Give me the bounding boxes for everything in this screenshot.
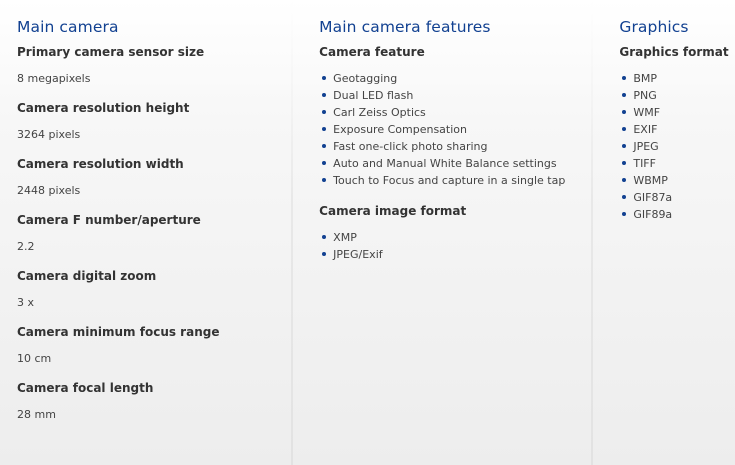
main-camera-column: Main camera Primary camera sensor size 8… (0, 0, 294, 465)
camera-feature-group: Camera feature Geotagging Dual LED flash… (319, 38, 591, 189)
spec-label: Camera resolution width (17, 157, 184, 171)
list-item: TIFF (619, 155, 735, 172)
bullet-icon (322, 110, 327, 114)
bullet-icon (322, 144, 327, 148)
graphics-format-group: Graphics format BMP PNG WMF EXIF JPEG TI… (619, 38, 735, 223)
spec-sensor-size: Primary camera sensor size 8 megapixels (17, 38, 291, 94)
camera-image-format-group: Camera image format XMP JPEG/Exif (319, 197, 591, 263)
spec-label: Primary camera sensor size (17, 45, 205, 59)
bullet-icon (622, 93, 627, 97)
spec-value: 2448 pixels (17, 184, 81, 197)
graphics-title: Graphics (619, 18, 689, 36)
spec-value: 28 mm (17, 408, 56, 421)
bullet-icon (322, 127, 327, 131)
camera-feature-list: Geotagging Dual LED flash Carl Zeiss Opt… (319, 70, 591, 189)
spec-value: 3264 pixels (17, 128, 81, 141)
list-item: EXIF (619, 121, 735, 138)
list-item: Fast one-click photo sharing (319, 138, 591, 155)
camera-image-format-heading: Camera image format (319, 204, 467, 218)
spec-value: 2.2 (17, 240, 35, 253)
bullet-icon (322, 161, 327, 165)
list-item: JPEG (619, 138, 735, 155)
list-item: BMP (619, 70, 735, 87)
bullet-icon (322, 235, 327, 239)
spec-aperture: Camera F number/aperture 2.2 (17, 206, 291, 262)
spec-label: Camera digital zoom (17, 269, 157, 283)
list-item: GIF89a (619, 206, 735, 223)
list-item: WMF (619, 104, 735, 121)
bullet-icon (622, 76, 627, 80)
bullet-icon (322, 252, 327, 256)
camera-feature-heading: Camera feature (319, 45, 425, 59)
spec-focal-length: Camera focal length 28 mm (17, 374, 291, 430)
spec-value: 10 cm (17, 352, 52, 365)
spec-value: 3 x (17, 296, 35, 309)
bullet-icon (622, 144, 627, 148)
bullet-icon (322, 178, 327, 182)
camera-features-column: Main camera features Camera feature Geot… (293, 0, 594, 465)
spec-resolution-width: Camera resolution width 2448 pixels (17, 150, 291, 206)
spec-label: Camera F number/aperture (17, 213, 201, 227)
bullet-icon (322, 76, 327, 80)
list-item: Carl Zeiss Optics (319, 104, 591, 121)
graphics-column: Graphics Graphics format BMP PNG WMF EXI… (593, 0, 735, 465)
spec-label: Camera focal length (17, 381, 154, 395)
list-item: WBMP (619, 172, 735, 189)
list-item: XMP (319, 229, 591, 246)
camera-image-format-list: XMP JPEG/Exif (319, 229, 591, 263)
bullet-icon (622, 195, 627, 199)
spec-page: Main camera Primary camera sensor size 8… (0, 0, 735, 465)
spec-min-focus-range: Camera minimum focus range 10 cm (17, 318, 291, 374)
camera-spec-list: Primary camera sensor size 8 megapixels … (17, 38, 291, 430)
spec-label: Camera resolution height (17, 101, 190, 115)
spec-value: 8 megapixels (17, 72, 91, 85)
camera-features-title: Main camera features (319, 18, 491, 36)
bullet-icon (622, 127, 627, 131)
graphics-format-heading: Graphics format (619, 45, 729, 59)
spec-resolution-height: Camera resolution height 3264 pixels (17, 94, 291, 150)
bullet-icon (622, 110, 627, 114)
graphics-format-list: BMP PNG WMF EXIF JPEG TIFF WBMP GIF87a G… (619, 70, 735, 223)
list-item: Dual LED flash (319, 87, 591, 104)
list-item: Touch to Focus and capture in a single t… (319, 172, 591, 189)
list-item: Auto and Manual White Balance settings (319, 155, 591, 172)
list-item: Geotagging (319, 70, 591, 87)
bullet-icon (622, 212, 627, 216)
spec-label: Camera minimum focus range (17, 325, 220, 339)
list-item: Exposure Compensation (319, 121, 591, 138)
bullet-icon (322, 93, 327, 97)
bullet-icon (622, 178, 627, 182)
list-item: PNG (619, 87, 735, 104)
spec-digital-zoom: Camera digital zoom 3 x (17, 262, 291, 318)
bullet-icon (622, 161, 627, 165)
list-item: JPEG/Exif (319, 246, 591, 263)
main-camera-title: Main camera (17, 18, 119, 36)
list-item: GIF87a (619, 189, 735, 206)
